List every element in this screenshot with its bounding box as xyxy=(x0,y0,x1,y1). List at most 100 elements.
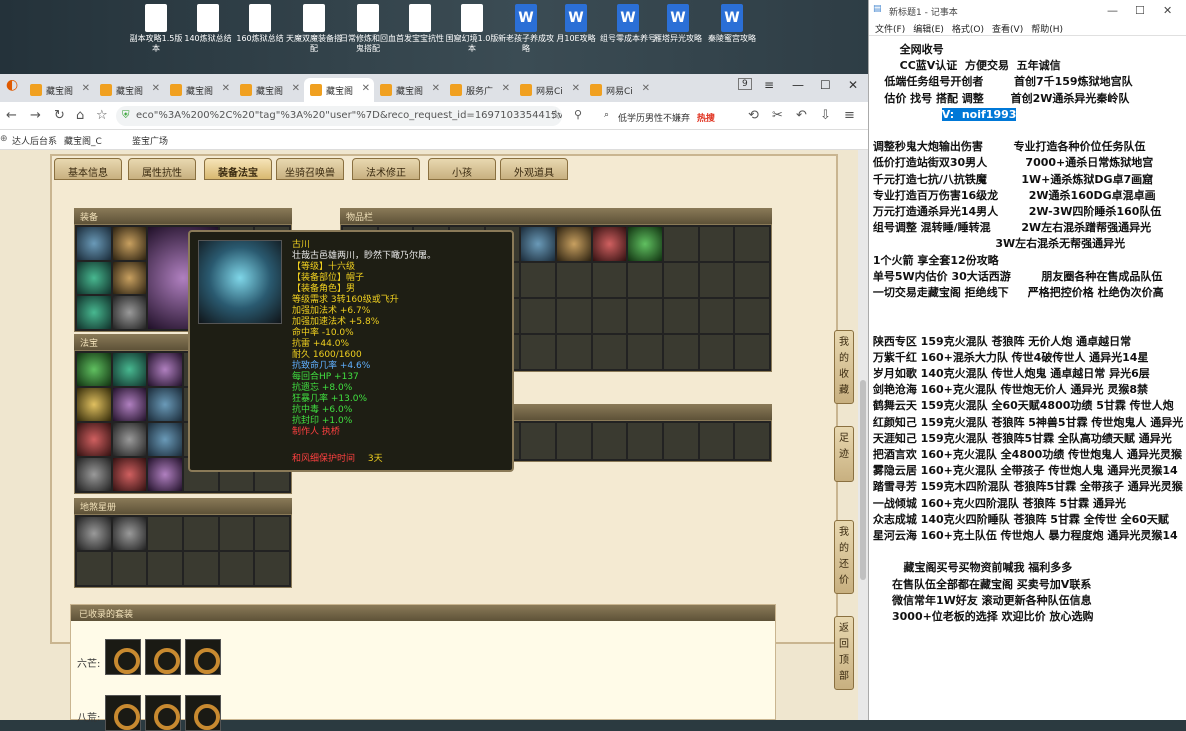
footprint-button[interactable]: 足迹 xyxy=(834,426,854,482)
item-slot[interactable] xyxy=(557,263,591,297)
item-slot[interactable] xyxy=(148,458,182,491)
equip-slot[interactable] xyxy=(112,261,147,295)
item-slot[interactable] xyxy=(184,552,218,585)
download-icon[interactable]: ⇩ xyxy=(820,108,831,123)
item-slot[interactable] xyxy=(664,423,698,459)
game-tab[interactable]: 外观道具 xyxy=(500,158,568,180)
desktop-icon[interactable]: 日常修炼和回血鬼搭配 xyxy=(340,4,396,54)
suit-item[interactable] xyxy=(105,639,141,675)
back-to-top-button[interactable]: 返回顶部 xyxy=(834,616,854,690)
item-slot[interactable] xyxy=(148,388,182,421)
notepad-text[interactable]: 全网收号 CC蓝V认证 方便交易 五年诚信 低端任务组号开创者 首创7千159炼… xyxy=(869,36,1186,720)
item-slot[interactable] xyxy=(735,299,769,333)
item-slot[interactable] xyxy=(112,552,147,585)
tab-close-icon[interactable]: ✕ xyxy=(572,83,580,94)
desktop-icon[interactable]: W 新老孩子养成攻略 xyxy=(498,4,554,54)
item-slot[interactable] xyxy=(77,388,111,421)
item-slot[interactable] xyxy=(521,299,555,333)
notepad-menu-item[interactable]: 查看(V) xyxy=(992,25,1023,35)
settings-menu-icon[interactable]: ≡ xyxy=(844,108,855,123)
item-slot[interactable] xyxy=(77,517,111,550)
browser-tab[interactable]: 服务广 ✕ xyxy=(444,78,514,102)
desktop-icon[interactable]: 160炼狱总结 xyxy=(232,4,288,44)
extension-icon[interactable]: ⚲ xyxy=(574,108,582,121)
back-icon[interactable]: ← xyxy=(6,108,17,123)
desktop-icon[interactable]: W 秦陵蜜宫攻略 xyxy=(704,4,760,44)
item-slot[interactable] xyxy=(628,423,662,459)
maximize-icon[interactable]: ☐ xyxy=(820,78,831,92)
tab-close-icon[interactable]: ✕ xyxy=(502,83,510,94)
item-slot[interactable] xyxy=(219,517,254,550)
item-slot[interactable] xyxy=(112,458,147,491)
item-slot[interactable] xyxy=(148,517,182,550)
game-tab[interactable]: 小孩 xyxy=(428,158,496,180)
item-slot[interactable] xyxy=(664,335,698,369)
item-slot[interactable] xyxy=(592,227,627,261)
tab-close-icon[interactable]: ✕ xyxy=(292,83,300,94)
close-icon[interactable]: ✕ xyxy=(848,78,858,92)
item-slot[interactable] xyxy=(557,423,591,459)
minimize-icon[interactable]: — xyxy=(792,78,804,92)
suit-item[interactable] xyxy=(145,639,181,675)
menu-icon[interactable]: ≡ xyxy=(764,78,774,92)
item-slot[interactable] xyxy=(699,227,734,261)
equip-slot[interactable] xyxy=(77,261,111,295)
item-slot[interactable] xyxy=(699,263,734,297)
browser-tab[interactable]: 藏宝阁 ✕ xyxy=(24,78,94,102)
item-slot[interactable] xyxy=(699,423,734,459)
item-slot[interactable] xyxy=(112,423,147,456)
tab-close-icon[interactable]: ✕ xyxy=(642,83,650,94)
item-slot[interactable] xyxy=(184,517,218,550)
item-slot[interactable] xyxy=(735,227,769,261)
item-slot[interactable] xyxy=(592,299,627,333)
item-slot[interactable] xyxy=(557,335,591,369)
item-slot[interactable] xyxy=(557,299,591,333)
item-slot[interactable] xyxy=(628,227,662,261)
bookmark-star-icon[interactable]: ☆ xyxy=(96,108,108,123)
my-favorites-button[interactable]: 我的收藏 xyxy=(834,330,854,404)
item-slot[interactable] xyxy=(592,423,627,459)
game-tab[interactable]: 法术修正 xyxy=(352,158,420,180)
notepad-menu-item[interactable]: 格式(O) xyxy=(952,25,984,35)
item-slot[interactable] xyxy=(77,423,111,456)
item-slot[interactable] xyxy=(592,335,627,369)
undo-icon[interactable]: ↶ xyxy=(796,108,807,123)
desktop-icon[interactable]: W 组号零成本养号 xyxy=(600,4,656,44)
browser-tab[interactable]: 藏宝阁 ✕ xyxy=(374,78,444,102)
item-slot[interactable] xyxy=(521,335,555,369)
item-slot[interactable] xyxy=(255,552,289,585)
search-box[interactable]: ⌕ 低学历男性不嫌弃 热搜 xyxy=(602,106,734,126)
game-tab[interactable]: 基本信息 xyxy=(54,158,122,180)
game-tab[interactable]: 坐骑召唤兽 xyxy=(276,158,344,180)
game-tab[interactable]: 属性抗性 xyxy=(128,158,196,180)
item-slot[interactable] xyxy=(664,299,698,333)
tab-close-icon[interactable]: ✕ xyxy=(362,83,370,94)
page-scrollbar[interactable] xyxy=(858,150,868,720)
item-slot[interactable] xyxy=(77,458,111,491)
suit-item[interactable] xyxy=(185,695,221,731)
equip-slot[interactable] xyxy=(77,227,111,260)
reload-icon[interactable]: ↻ xyxy=(54,108,65,123)
np-close-icon[interactable]: ✕ xyxy=(1163,4,1172,17)
sync-icon[interactable]: ⟲ xyxy=(748,108,759,123)
item-slot[interactable] xyxy=(77,552,111,585)
bookmark-2[interactable]: 鉴宝广场 xyxy=(132,134,168,147)
item-slot[interactable] xyxy=(521,423,555,459)
item-slot[interactable] xyxy=(592,263,627,297)
item-slot[interactable] xyxy=(699,335,734,369)
suit-item[interactable] xyxy=(105,695,141,731)
tab-close-icon[interactable]: ✕ xyxy=(152,83,160,94)
np-minimize-icon[interactable]: — xyxy=(1107,4,1118,17)
equip-slot[interactable] xyxy=(112,227,147,260)
item-slot[interactable] xyxy=(521,263,555,297)
favorite-star-icon[interactable]: ☆ xyxy=(550,108,562,123)
tab-close-icon[interactable]: ✕ xyxy=(222,83,230,94)
item-slot[interactable] xyxy=(148,353,182,386)
browser-tab[interactable]: 网易Ci ✕ xyxy=(514,78,584,102)
browser-tab[interactable]: 藏宝阁 ✕ xyxy=(304,78,374,102)
browser-tab[interactable]: 藏宝阁 ✕ xyxy=(94,78,164,102)
browser-tab[interactable]: 网易Ci ✕ xyxy=(584,78,654,102)
item-slot[interactable] xyxy=(112,517,147,550)
item-slot[interactable] xyxy=(628,335,662,369)
suit-item[interactable] xyxy=(185,639,221,675)
